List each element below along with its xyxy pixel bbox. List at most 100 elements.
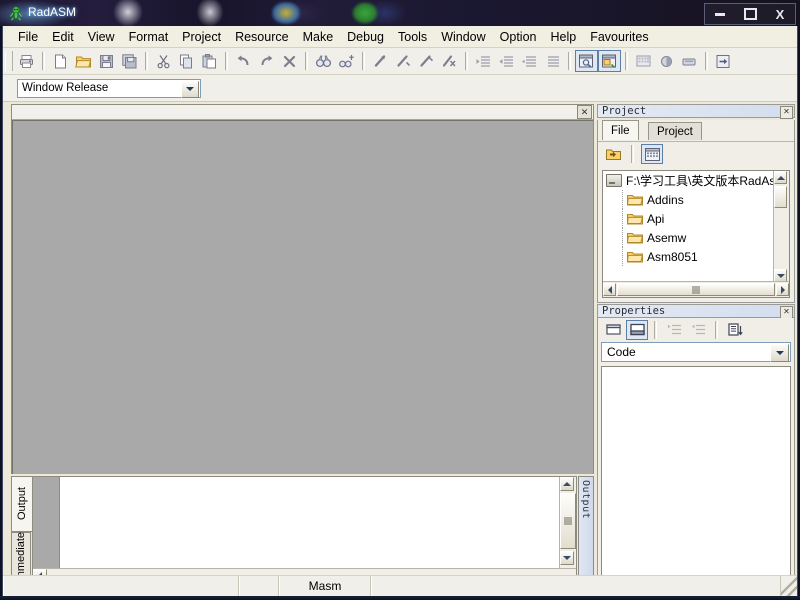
- collapse-all-button[interactable]: [687, 320, 709, 340]
- bookmark-prev-button[interactable]: [415, 50, 438, 72]
- tree-row-api[interactable]: Api: [603, 209, 774, 228]
- redo-button[interactable]: [255, 50, 278, 72]
- toolbar-grip[interactable]: [5, 51, 13, 71]
- menu-item-favourites[interactable]: Favourites: [583, 27, 655, 47]
- menu-item-edit[interactable]: Edit: [45, 27, 81, 47]
- link-button[interactable]: [678, 50, 701, 72]
- save-button[interactable]: [95, 50, 118, 72]
- minimize-button[interactable]: [706, 5, 734, 23]
- open-project-button[interactable]: [602, 144, 624, 164]
- output-vscroll-thumb[interactable]: [560, 493, 576, 549]
- alphabetic-view-button[interactable]: [626, 319, 648, 340]
- project-tree-hscroll-thumb[interactable]: [617, 283, 775, 296]
- open-folder-small-icon: [605, 149, 621, 160]
- project-dock-title-bar[interactable]: Project ✕: [597, 104, 795, 119]
- output-tab-output[interactable]: Output: [11, 476, 33, 532]
- chevron-up-icon: [776, 175, 785, 180]
- property-object-combo[interactable]: Code: [601, 342, 791, 362]
- menu-item-option[interactable]: Option: [493, 27, 544, 47]
- output-text-area[interactable]: [60, 477, 560, 569]
- save-all-icon: [122, 53, 137, 68]
- project-tree-vertical-scrollbar[interactable]: [773, 171, 789, 282]
- scroll-down-button[interactable]: [560, 551, 574, 565]
- property-pages-button[interactable]: [724, 320, 746, 340]
- menu-item-file[interactable]: File: [11, 27, 45, 47]
- scroll-grip-icon: [564, 517, 572, 525]
- scroll-up-button[interactable]: [560, 477, 574, 491]
- paste-button[interactable]: [198, 50, 221, 72]
- find-button[interactable]: [312, 50, 335, 72]
- project-tree-horizontal-scrollbar[interactable]: [603, 281, 789, 297]
- scroll-left-button[interactable]: [603, 283, 616, 296]
- print-button[interactable]: [15, 50, 38, 72]
- build-configuration-combo[interactable]: Window Release: [17, 78, 201, 98]
- build-configuration-dropdown-button[interactable]: [181, 80, 199, 98]
- folder-icon: [627, 232, 643, 243]
- outdent-button[interactable]: [495, 50, 518, 72]
- build-button[interactable]: [632, 50, 655, 72]
- menu-item-window[interactable]: Window: [434, 27, 492, 47]
- mdi-workspace[interactable]: [12, 120, 593, 474]
- comment-button[interactable]: [518, 50, 541, 72]
- folder-icon: [627, 251, 643, 262]
- chevron-down-icon: [563, 556, 571, 560]
- undo-button[interactable]: [232, 50, 255, 72]
- properties-panel-toggle[interactable]: [598, 50, 621, 72]
- save-all-button[interactable]: [118, 50, 141, 72]
- menu-item-debug[interactable]: Debug: [340, 27, 391, 47]
- menu-item-format[interactable]: Format: [122, 27, 176, 47]
- menu-item-help[interactable]: Help: [544, 27, 584, 47]
- output-panel-title: Output: [580, 480, 591, 520]
- uncomment-button[interactable]: [541, 50, 564, 72]
- resize-grip[interactable]: [781, 576, 797, 596]
- tree-row-addins[interactable]: Addins: [603, 190, 774, 209]
- scroll-right-button[interactable]: [776, 283, 789, 296]
- run-button[interactable]: [712, 50, 735, 72]
- redo-arrow-icon: [261, 54, 273, 65]
- tree-item-label: Asemw: [647, 230, 687, 245]
- menu-item-project[interactable]: Project: [175, 27, 228, 47]
- properties-dock-title-bar[interactable]: Properties ✕: [597, 304, 795, 319]
- bookmark-clear-button[interactable]: [438, 50, 461, 72]
- menu-item-resource[interactable]: Resource: [228, 27, 296, 47]
- compile-button[interactable]: [655, 50, 678, 72]
- cut-button[interactable]: [152, 50, 175, 72]
- mdi-close-button[interactable]: ✕: [577, 105, 592, 119]
- client-area: File Edit View Format Project Resource M…: [2, 26, 798, 600]
- titlebar-artifact-green: [352, 2, 378, 24]
- tree-row-asm8051[interactable]: Asm8051: [603, 247, 774, 266]
- delete-button[interactable]: [278, 50, 301, 72]
- open-file-button[interactable]: [72, 50, 95, 72]
- menu-item-make[interactable]: Make: [296, 27, 341, 47]
- maximize-button[interactable]: [736, 5, 764, 23]
- bookmark-toggle-button[interactable]: [369, 50, 392, 72]
- tree-row-root[interactable]: F:\学习工具\英文版本RadAs: [603, 171, 774, 190]
- project-panel-toggle[interactable]: [575, 50, 598, 72]
- new-file-button[interactable]: [49, 50, 72, 72]
- bookmark-next-button[interactable]: [392, 50, 415, 72]
- property-object-value: Code: [607, 345, 636, 359]
- indent-button[interactable]: [472, 50, 495, 72]
- project-close-button[interactable]: ✕: [780, 106, 793, 119]
- project-tab-file[interactable]: File: [602, 120, 639, 140]
- close-button[interactable]: X: [766, 5, 794, 23]
- project-tree-vscroll-thumb[interactable]: [774, 186, 787, 208]
- property-grid[interactable]: [601, 366, 791, 590]
- categorized-view-button[interactable]: [602, 320, 624, 340]
- run-arrow-icon: [716, 54, 730, 68]
- project-file-tree[interactable]: F:\学习工具\英文版本RadAs Addins Api Asemw Asm80…: [602, 170, 790, 298]
- project-tab-project[interactable]: Project: [648, 122, 702, 140]
- menu-item-view[interactable]: View: [81, 27, 122, 47]
- expand-all-button[interactable]: [663, 320, 685, 340]
- tree-item-label: Asm8051: [647, 249, 698, 264]
- scroll-up-button[interactable]: [774, 171, 787, 184]
- save-disk-icon: [100, 54, 113, 68]
- copy-button[interactable]: [175, 50, 198, 72]
- show-files-button[interactable]: [641, 144, 663, 164]
- find-next-button[interactable]: [335, 50, 358, 72]
- alphabetic-icon: [629, 323, 645, 336]
- tree-row-asemw[interactable]: Asemw: [603, 228, 774, 247]
- output-vertical-scrollbar[interactable]: [559, 477, 576, 569]
- menu-item-tools[interactable]: Tools: [391, 27, 434, 47]
- property-object-dropdown-button[interactable]: [770, 344, 789, 362]
